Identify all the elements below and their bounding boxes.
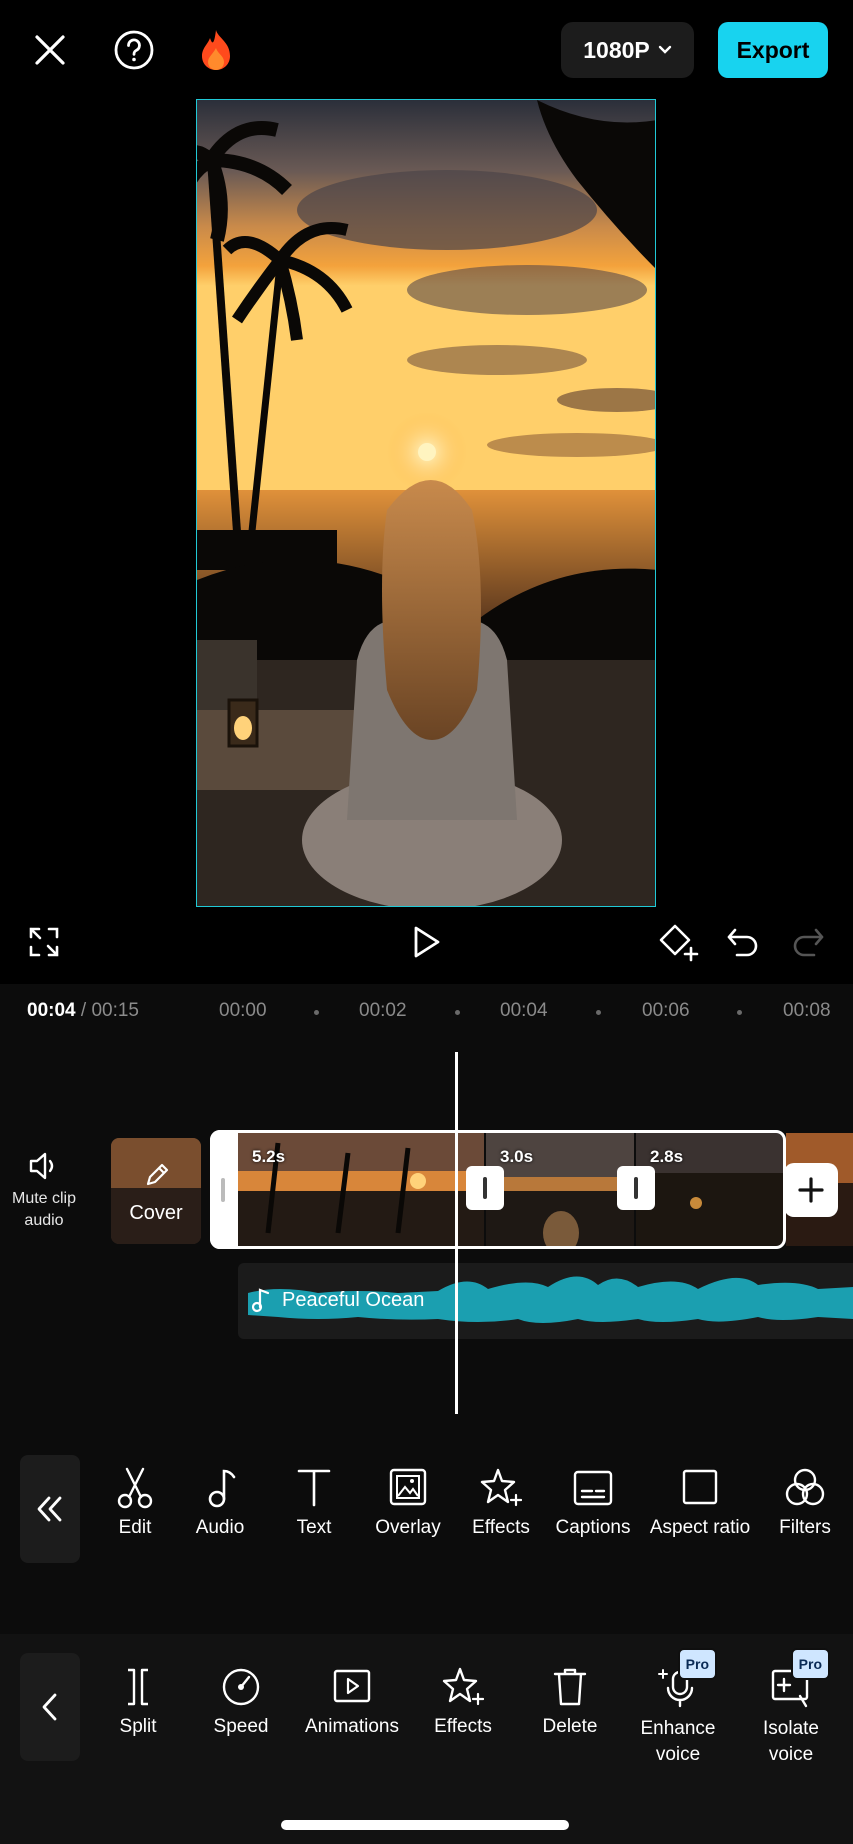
scissors-icon — [117, 1467, 153, 1509]
double-chevron-left-icon — [37, 1496, 62, 1522]
play-icon[interactable] — [402, 918, 450, 966]
chevron-down-icon — [658, 45, 671, 54]
speaker-icon — [29, 1152, 54, 1180]
trim-handle[interactable] — [210, 1130, 238, 1249]
export-button[interactable]: Export — [718, 22, 828, 78]
tool-delete[interactable]: Delete — [538, 1666, 602, 1738]
add-clip-button[interactable] — [784, 1163, 838, 1217]
tool-label: Delete — [542, 1716, 598, 1737]
timeline-dot — [455, 1010, 460, 1015]
pro-badge: Pro — [790, 1648, 830, 1680]
timeline-tick: 00:00 — [219, 1000, 267, 1021]
trash-icon — [553, 1668, 587, 1706]
tool-label: Isolate voice — [763, 1718, 819, 1765]
close-icon[interactable] — [26, 26, 74, 74]
mute-clip-label: Mute clip audio — [11, 1190, 77, 1229]
animations-icon — [333, 1669, 371, 1703]
tool-label: Filters — [779, 1517, 831, 1538]
timeline-dot — [596, 1010, 601, 1015]
redo-icon[interactable] — [784, 918, 832, 966]
fullscreen-icon[interactable] — [20, 918, 68, 966]
tool-captions[interactable]: Captions — [553, 1467, 633, 1539]
tool-label: Split — [119, 1716, 157, 1737]
effects-icon — [442, 1667, 484, 1706]
tool-clip-effects[interactable]: Effects — [430, 1666, 496, 1738]
tool-edit[interactable]: Edit — [110, 1467, 160, 1539]
aspect-ratio-icon — [682, 1469, 718, 1505]
playhead[interactable] — [455, 1052, 458, 1414]
music-note-icon — [208, 1469, 236, 1508]
tool-label: Enhance voice — [640, 1718, 716, 1765]
text-icon — [297, 1469, 331, 1507]
filters-icon — [785, 1468, 825, 1506]
music-note-icon — [252, 1288, 270, 1313]
audio-track[interactable]: Peaceful Ocean — [238, 1263, 853, 1339]
fire-icon[interactable] — [192, 26, 240, 74]
timeline-dot — [737, 1010, 742, 1015]
undo-icon[interactable] — [719, 918, 767, 966]
time-readout: 00:04 / 00:15 — [27, 1000, 139, 1022]
resolution-dropdown[interactable]: 1080P — [561, 22, 694, 78]
tool-label: Animations — [305, 1716, 399, 1737]
tool-label: Aspect ratio — [649, 1517, 751, 1538]
split-icon — [128, 1668, 148, 1706]
back-button[interactable] — [20, 1653, 80, 1761]
timeline-dot — [314, 1010, 319, 1015]
resolution-label: 1080P — [583, 36, 650, 63]
tool-label: Effects — [472, 1517, 530, 1538]
tool-text[interactable]: Text — [290, 1467, 338, 1539]
tool-split[interactable]: Split — [113, 1666, 163, 1738]
plus-icon — [798, 1177, 824, 1203]
tool-overlay[interactable]: Overlay — [371, 1467, 445, 1539]
timeline-tick: 00:06 — [642, 1000, 690, 1021]
pro-badge: Pro — [677, 1648, 717, 1680]
home-indicator — [281, 1820, 569, 1830]
tool-label: Captions — [555, 1517, 631, 1538]
current-time: 00:04 — [27, 1000, 76, 1021]
video-preview[interactable] — [196, 99, 656, 907]
tool-label: Text — [296, 1517, 332, 1538]
tool-label: Overlay — [375, 1517, 441, 1538]
timeline-tick: 00:04 — [500, 1000, 548, 1021]
star-sparkle-icon — [480, 1468, 522, 1507]
total-time: / 00:15 — [80, 1000, 139, 1021]
pencil-icon — [146, 1163, 169, 1186]
timeline-tick: 00:08 — [783, 1000, 831, 1021]
tool-label: Speed — [213, 1716, 269, 1737]
tool-isolate-voice[interactable]: Pro Isolate voice — [752, 1648, 830, 1768]
tool-filters[interactable]: Filters — [772, 1467, 838, 1539]
tool-audio[interactable]: Audio — [193, 1467, 247, 1539]
transition-button[interactable] — [466, 1166, 504, 1210]
tool-animations[interactable]: Animations — [300, 1666, 404, 1738]
cover-label: Cover — [129, 1202, 183, 1224]
tool-label: Effects — [434, 1716, 492, 1737]
tool-label: Audio — [195, 1517, 245, 1538]
tool-enhance-voice[interactable]: Pro Enhance voice — [636, 1648, 720, 1768]
tool-effects[interactable]: Effects — [468, 1467, 534, 1539]
collapse-toolbar-button[interactable] — [20, 1455, 80, 1563]
tool-speed[interactable]: Speed — [209, 1666, 273, 1738]
captions-icon — [573, 1470, 613, 1506]
mute-clip-audio-button[interactable]: Mute clip audio — [6, 1150, 82, 1232]
timeline-tick: 00:02 — [359, 1000, 407, 1021]
audio-track-label: Peaceful Ocean — [282, 1289, 425, 1311]
help-icon[interactable] — [110, 26, 158, 74]
tool-label: Edit — [118, 1517, 152, 1538]
transition-button[interactable] — [617, 1166, 655, 1210]
keyframe-add-icon[interactable] — [654, 918, 702, 966]
cover-button[interactable]: Cover — [111, 1138, 201, 1244]
speed-icon — [222, 1668, 260, 1706]
tool-aspect-ratio[interactable]: Aspect ratio — [644, 1467, 756, 1539]
chevron-left-icon — [42, 1693, 57, 1721]
overlay-icon — [389, 1468, 427, 1506]
